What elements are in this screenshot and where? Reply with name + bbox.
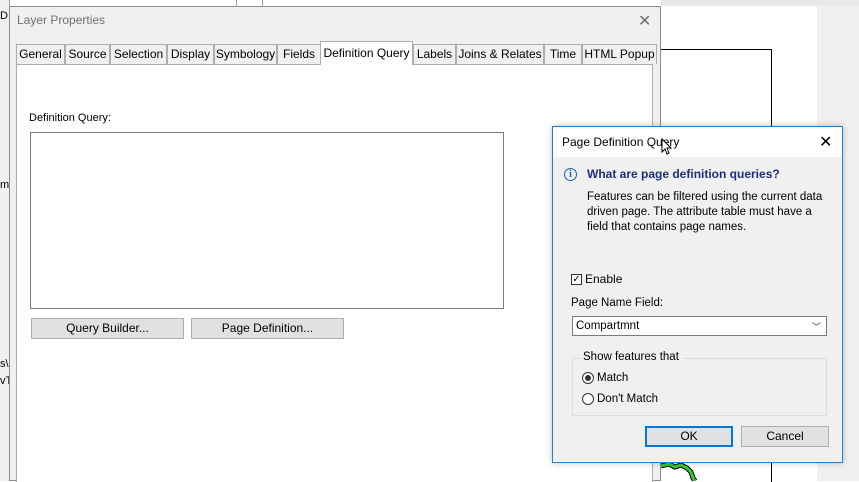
definition-query-input[interactable] <box>30 132 504 309</box>
mouse-cursor-icon <box>661 137 673 161</box>
tab-html-popup[interactable]: HTML Popup <box>582 44 657 64</box>
tab-general[interactable]: General <box>16 44 65 64</box>
close-icon[interactable]: ✕ <box>638 11 651 31</box>
dont-match-label: Don't Match <box>597 393 658 405</box>
tab-labels[interactable]: Labels <box>413 44 456 64</box>
background-fragment: m <box>0 179 10 191</box>
definition-query-label: Definition Query: <box>29 112 111 124</box>
enable-checkbox-row[interactable]: ✓ Enable <box>571 272 622 286</box>
dont-match-radio[interactable] <box>582 393 594 405</box>
background-fragment: D <box>0 10 8 22</box>
tab-symbology[interactable]: Symbology <box>214 44 277 64</box>
enable-checkbox[interactable]: ✓ <box>571 273 582 285</box>
cancel-button[interactable]: Cancel <box>741 426 829 447</box>
page-name-field-select[interactable]: Compartmnt ﹀ <box>572 316 827 336</box>
page-definition-button[interactable]: Page Definition... <box>191 318 344 339</box>
page-name-field-label: Page Name Field: <box>571 297 664 309</box>
window-title: Layer Properties <box>17 13 106 27</box>
info-description: Features can be filtered using the curre… <box>587 191 823 233</box>
tab-joins-relates[interactable]: Joins & Relates <box>456 44 544 64</box>
tab-selection[interactable]: Selection <box>110 44 167 64</box>
match-label: Match <box>597 372 629 384</box>
query-builder-button[interactable]: Query Builder... <box>31 318 184 339</box>
page-definition-query-dialog: Page Definition Query ✕ i What are page … <box>552 126 843 463</box>
show-features-legend: Show features that <box>580 351 682 363</box>
info-icon: i <box>564 168 577 181</box>
tab-source[interactable]: Source <box>65 44 110 64</box>
match-radio-row[interactable]: Match <box>582 372 628 384</box>
enable-label: Enable <box>585 272 623 286</box>
tab-fields[interactable]: Fields <box>277 44 321 64</box>
tab-display[interactable]: Display <box>167 44 214 64</box>
page-name-field-value: Compartmnt <box>576 320 640 332</box>
close-icon[interactable]: ✕ <box>819 132 832 152</box>
tab-definition-query[interactable]: Definition Query <box>320 41 413 65</box>
background-fragment: s\ <box>0 358 9 370</box>
chevron-down-icon: ﹀ <box>811 322 821 332</box>
info-heading: What are page definition queries? <box>587 167 780 181</box>
match-radio[interactable] <box>582 372 594 384</box>
show-features-group: Show features that Match Don't Match <box>572 351 827 416</box>
ok-button[interactable]: OK <box>645 426 733 447</box>
dont-match-radio-row[interactable]: Don't Match <box>582 393 658 405</box>
tab-time[interactable]: Time <box>544 44 582 64</box>
